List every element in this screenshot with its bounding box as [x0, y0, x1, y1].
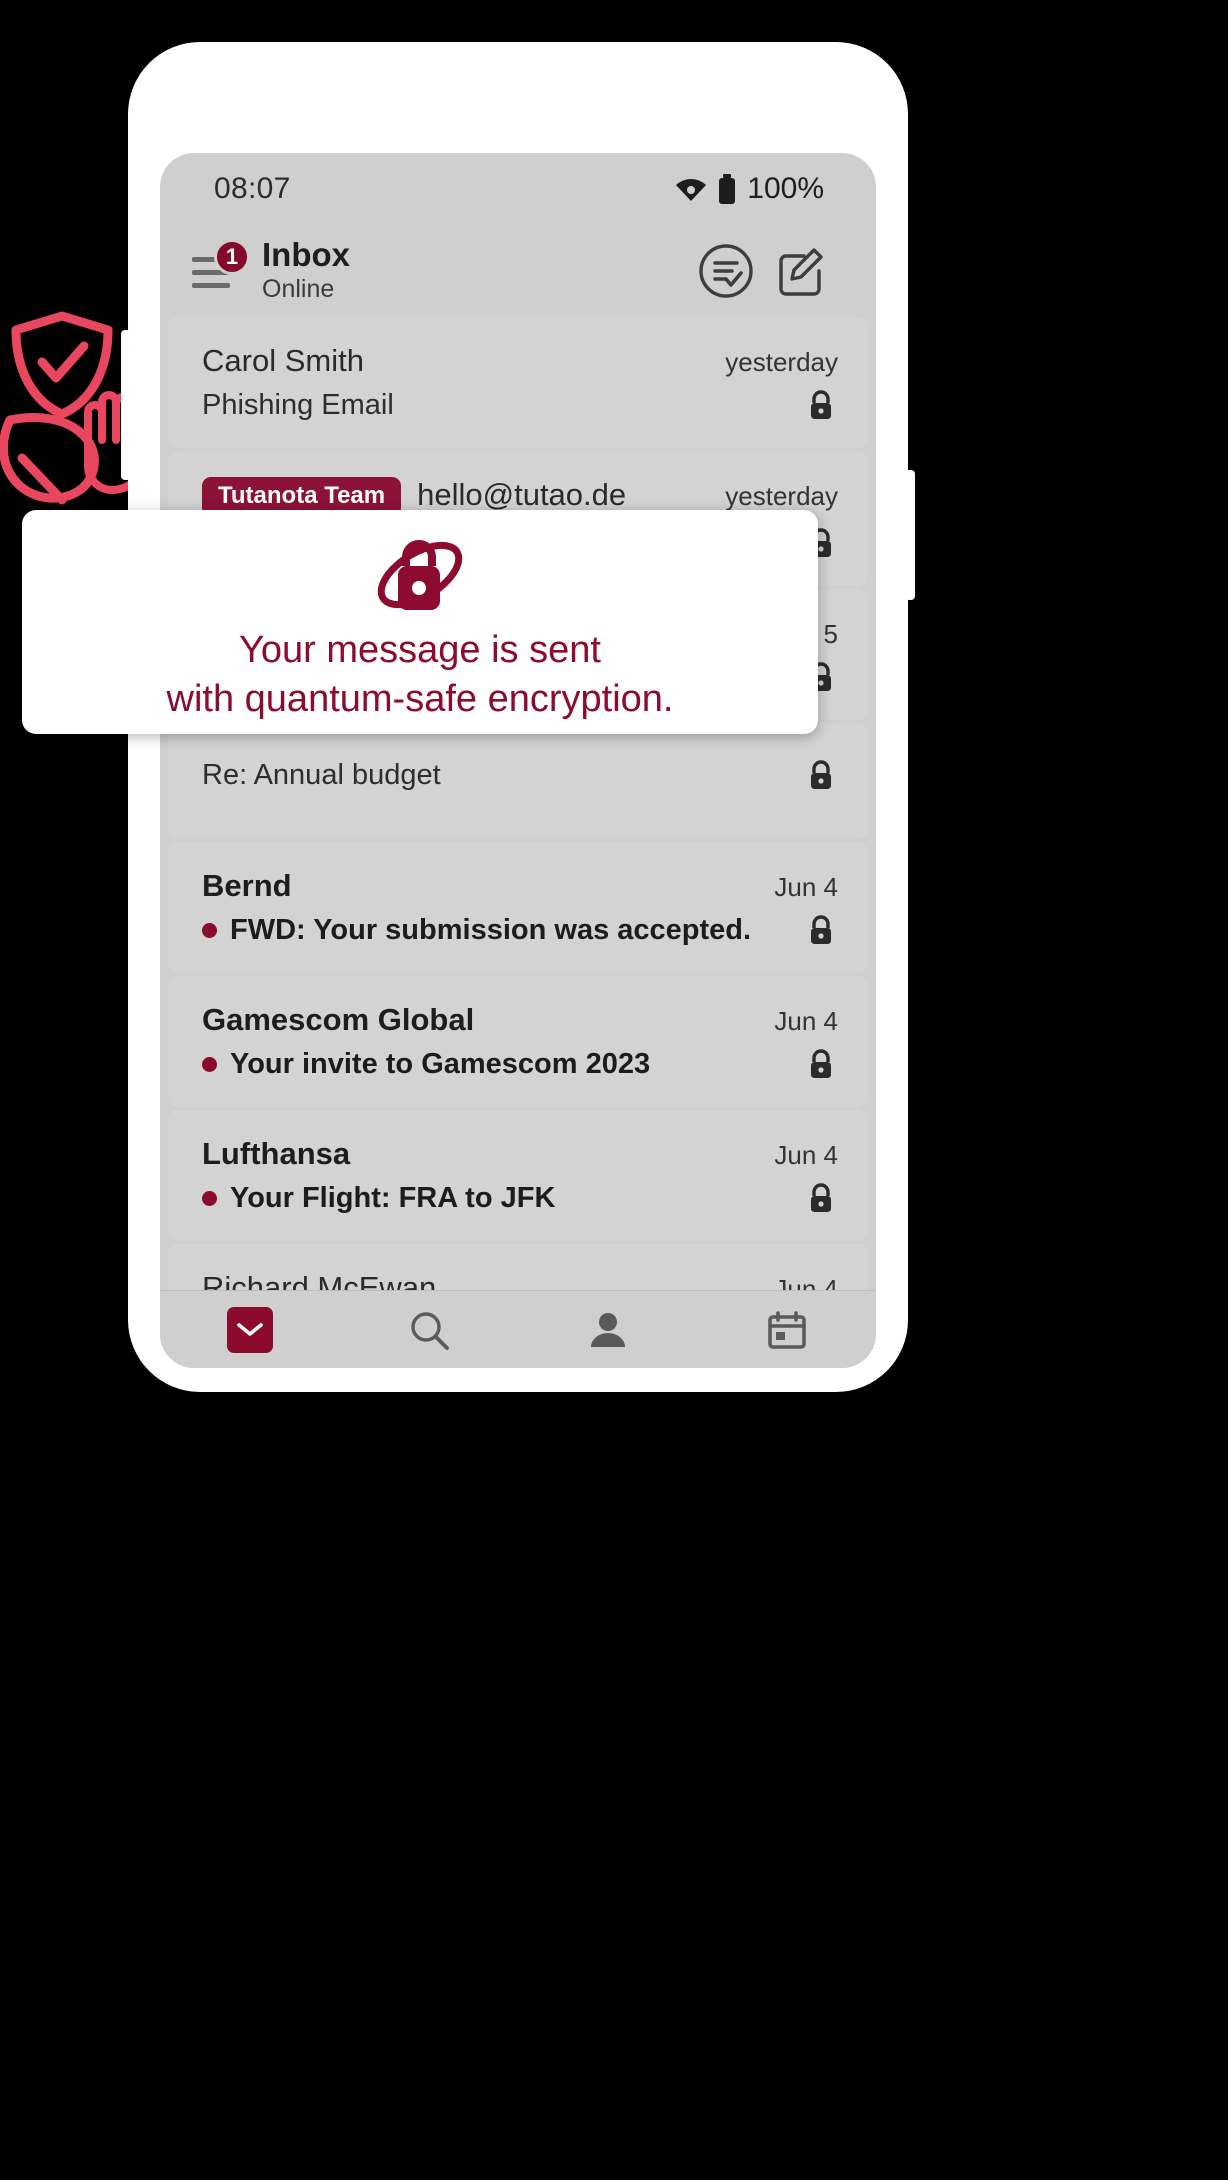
- person-icon: [590, 1312, 625, 1347]
- bottom-navigation: [160, 1290, 876, 1368]
- connection-status: Online: [262, 274, 335, 303]
- mail-date: yesterday: [725, 481, 838, 512]
- mail-sender: Gamescom Global: [202, 1002, 758, 1038]
- search-icon: [410, 1311, 449, 1350]
- battery-percent: 100%: [747, 172, 824, 205]
- mail-sender-text: Lufthansa: [202, 1136, 351, 1171]
- nav-calendar[interactable]: [697, 1309, 876, 1351]
- unread-count-badge: 1: [214, 239, 250, 275]
- status-time: 08:07: [214, 172, 291, 205]
- nav-contacts[interactable]: [518, 1309, 697, 1351]
- mail-subject: Your invite to Gamescom 2023: [230, 1047, 651, 1080]
- unread-dot: [202, 1056, 217, 1072]
- lock-icon: [811, 390, 831, 419]
- mail-sender-text: Gamescom Global: [202, 1002, 475, 1037]
- mail-row[interactable]: Gamescom Global Jun 4 Your invite to Games…: [168, 976, 868, 1107]
- mail-row[interactable]: Lufthansa Jun 4 Your Flight: FRA to JFK: [168, 1110, 868, 1241]
- mail-sender-text: Bernd: [202, 868, 292, 903]
- lock-icon: [811, 760, 831, 789]
- encryption-toast-message: Your message is sent with quantum-safe e…: [166, 629, 674, 720]
- encryption-toast: Your message is sent with quantum-safe e…: [22, 510, 818, 734]
- mail-row-top: Lufthansa Jun 4: [202, 1136, 838, 1172]
- mail-sender-text: hello@tutao.de: [417, 477, 627, 513]
- mail-row[interactable]: Re: Annual budget: [168, 723, 868, 839]
- inbox-header: 1 Inbox Online: [160, 225, 876, 317]
- mail-sender: Bernd: [202, 868, 758, 904]
- mail-subject: FWD: Your submission was accepted.: [230, 913, 752, 946]
- lock-icon: [811, 1183, 831, 1212]
- wifi-icon: [676, 179, 707, 201]
- mail-date: Jun 4: [774, 1006, 838, 1036]
- mail-list[interactable]: Carol Smith yesterday Phishing Email Tutano…: [160, 317, 876, 1368]
- mail-row-bottom: Your invite to Gamescom 2023: [202, 1047, 838, 1081]
- mail-subject: Phishing Email: [202, 388, 394, 421]
- mail-subject: Re: Annual budget: [202, 758, 441, 791]
- unread-dot: [202, 1190, 217, 1206]
- battery-icon: [719, 174, 736, 204]
- mail-date: yesterday: [725, 347, 838, 377]
- menu-button[interactable]: 1: [188, 239, 250, 299]
- mail-subject: Your Flight: FRA to JFK: [230, 1181, 556, 1214]
- nav-search[interactable]: [339, 1308, 518, 1352]
- phone-screen: 08:07 100% 1 Inbox Online Carol Smith ye…: [160, 153, 876, 1368]
- mail-row[interactable]: Carol Smith yesterday Phishing Email: [168, 317, 868, 448]
- mail-sender: Lufthansa: [202, 1136, 758, 1172]
- lock-icon: [811, 1049, 831, 1078]
- mail-row[interactable]: Bernd Jun 4 FWD: Your submission was accep…: [168, 842, 868, 973]
- mail-row-bottom: Re: Annual budget: [202, 758, 838, 792]
- compose-icon[interactable]: [770, 241, 830, 301]
- mail-date: Jun 4: [774, 1140, 838, 1170]
- mail-row-bottom: Your Flight: FRA to JFK: [202, 1181, 838, 1215]
- unread-dot: [202, 922, 217, 938]
- status-bar: 08:07 100%: [160, 153, 876, 225]
- calendar-icon: [767, 1310, 806, 1349]
- mail-sender: Carol Smith: [202, 343, 709, 379]
- quantum-safe-lock-icon: [377, 540, 463, 610]
- mail-row-top: Bernd Jun 4: [202, 868, 838, 904]
- mail-row-top: Carol Smith yesterday: [202, 343, 838, 379]
- select-all-icon[interactable]: [696, 241, 756, 301]
- nav-mail[interactable]: [160, 1306, 339, 1353]
- header-titles: Inbox Online: [262, 235, 682, 305]
- lock-icon: [811, 915, 831, 944]
- mail-row-bottom: Phishing Email: [202, 388, 838, 422]
- mail-row-top: Gamescom Global Jun 4: [202, 1002, 838, 1038]
- mail-date: Jun 4: [774, 872, 838, 902]
- page-title: Inbox: [262, 235, 350, 273]
- mail-icon: [226, 1306, 273, 1353]
- mail-sender-text: Carol Smith: [202, 343, 364, 378]
- mail-row-bottom: FWD: Your submission was accepted.: [202, 913, 838, 947]
